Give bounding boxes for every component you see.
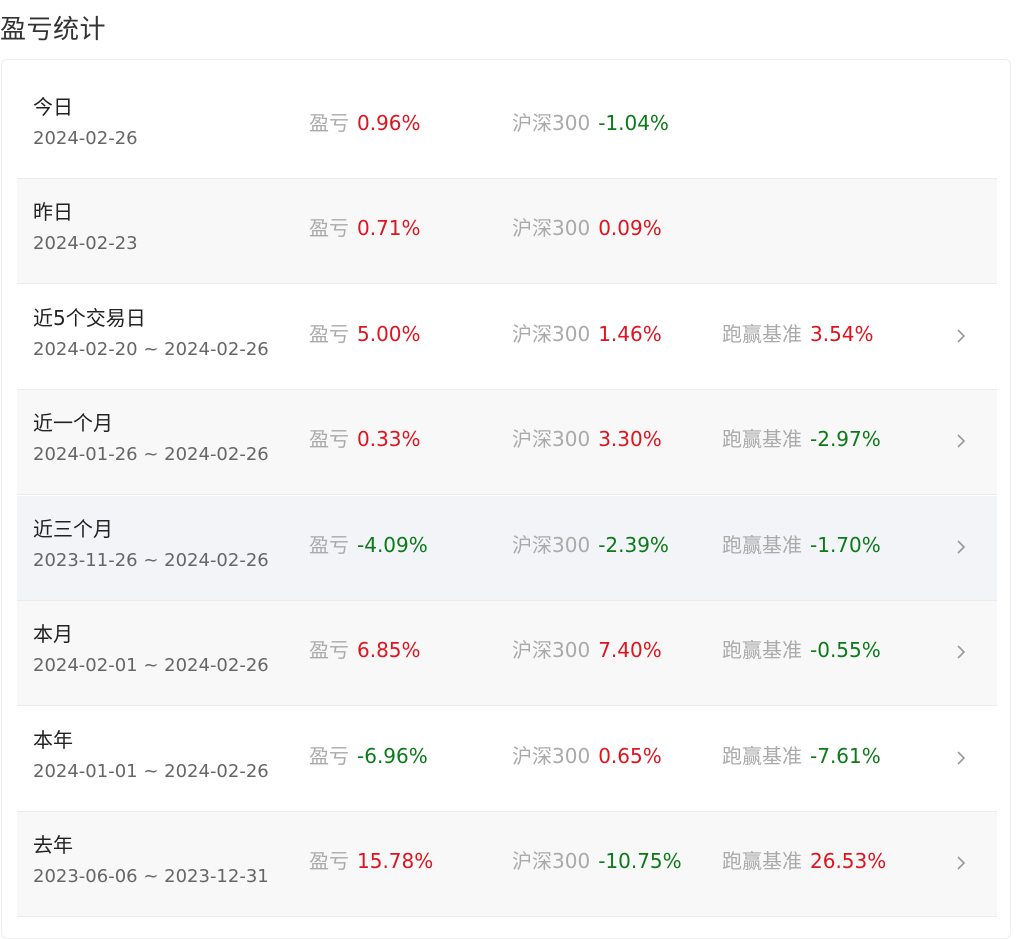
row-date-range: 2024-02-01 ~ 2024-02-26 [33,655,269,676]
pl-value: -6.96% [357,744,428,768]
row-period-name: 本月 [33,622,73,646]
index-label: 沪深300 [512,427,591,451]
pl-metric: 盈亏 -4.09% [309,532,428,558]
index-value: -2.39% [598,533,669,557]
excess-value: -0.55% [810,638,881,662]
excess-metric: 跑赢基准 -7.61% [722,743,881,769]
index-label: 沪深300 [512,849,591,873]
excess-value: 26.53% [810,849,887,873]
excess-label: 跑赢基准 [722,849,802,873]
index-metric: 沪深300 1.46% [512,321,662,347]
pl-metric: 盈亏 15.78% [309,848,433,874]
index-label: 沪深300 [512,744,591,768]
row-date-range: 2024-01-26 ~ 2024-02-26 [33,444,269,465]
pl-value: 5.00% [357,322,421,346]
pl-label: 盈亏 [309,216,349,240]
pl-label: 盈亏 [309,744,349,768]
stats-row-this-month[interactable]: 本月 2024-02-01 ~ 2024-02-26 盈亏 6.85% 沪深300… [17,601,997,706]
index-label: 沪深300 [512,216,591,240]
row-date-range: 2024-02-20 ~ 2024-02-26 [33,339,269,360]
index-value: 7.40% [598,638,662,662]
index-value: -10.75% [598,849,682,873]
pl-value: 0.96% [357,111,421,135]
index-label: 沪深300 [512,322,591,346]
index-value: 0.09% [598,216,662,240]
row-period-name: 近5个交易日 [33,306,146,330]
excess-value: -1.70% [810,533,881,557]
row-period-name: 今日 [33,95,73,119]
index-value: -1.04% [598,111,669,135]
pl-value: 6.85% [357,638,421,662]
pl-label: 盈亏 [309,322,349,346]
index-metric: 沪深300 -10.75% [512,848,682,874]
excess-metric: 跑赢基准 -0.55% [722,637,881,663]
row-period-name: 近一个月 [33,411,113,435]
pl-metric: 盈亏 5.00% [309,321,421,347]
index-value: 1.46% [598,322,662,346]
page-title: 盈亏统计 [0,15,107,45]
stats-row-today: 今日 2024-02-26 盈亏 0.96% 沪深300 -1.04% [17,74,997,179]
stats-row-yesterday: 昨日 2024-02-23 盈亏 0.71% 沪深300 0.09% [17,179,997,284]
index-metric: 沪深300 7.40% [512,637,662,663]
pl-label: 盈亏 [309,427,349,451]
excess-label: 跑赢基准 [722,638,802,662]
row-date-range: 2023-11-26 ~ 2024-02-26 [33,550,269,571]
excess-metric: 跑赢基准 3.54% [722,321,874,347]
pl-label: 盈亏 [309,533,349,557]
stats-row-this-year[interactable]: 本年 2024-01-01 ~ 2024-02-26 盈亏 -6.96% 沪深30… [17,707,997,812]
excess-value: -2.97% [810,427,881,451]
pl-value: 0.33% [357,427,421,451]
pl-value: 15.78% [357,849,434,873]
index-label: 沪深300 [512,638,591,662]
stats-card: 今日 2024-02-26 盈亏 0.96% 沪深300 -1.04% 昨日 202… [1,59,1011,939]
row-date-range: 2024-01-01 ~ 2024-02-26 [33,761,269,782]
excess-value: -7.61% [810,744,881,768]
index-value: 0.65% [598,744,662,768]
chevron-right-icon[interactable] [953,539,969,555]
excess-metric: 跑赢基准 26.53% [722,848,886,874]
pl-label: 盈亏 [309,849,349,873]
index-label: 沪深300 [512,111,591,135]
chevron-right-icon[interactable] [953,644,969,660]
row-period-name: 本年 [33,728,73,752]
pl-value: 0.71% [357,216,421,240]
row-period-name: 去年 [33,833,73,857]
index-label: 沪深300 [512,533,591,557]
row-period-name: 昨日 [33,200,73,224]
row-date-range: 2024-02-23 [33,233,138,254]
stats-row-last-year[interactable]: 去年 2023-06-06 ~ 2023-12-31 盈亏 15.78% 沪深30… [17,812,997,917]
pl-label: 盈亏 [309,638,349,662]
chevron-right-icon[interactable] [953,328,969,344]
pl-metric: 盈亏 6.85% [309,637,421,663]
stats-row-last-month[interactable]: 近一个月 2024-01-26 ~ 2024-02-26 盈亏 0.33% 沪深3… [17,390,997,495]
index-metric: 沪深300 0.09% [512,215,662,241]
pl-label: 盈亏 [309,111,349,135]
index-metric: 沪深300 3.30% [512,426,662,452]
index-value: 3.30% [598,427,662,451]
stats-row-last-5-days[interactable]: 近5个交易日 2024-02-20 ~ 2024-02-26 盈亏 5.00% 沪… [17,285,997,390]
row-period-name: 近三个月 [33,517,113,541]
pl-value: -4.09% [357,533,428,557]
chevron-right-icon[interactable] [953,433,969,449]
excess-label: 跑赢基准 [722,322,802,346]
pl-metric: 盈亏 0.71% [309,215,421,241]
chevron-right-icon[interactable] [953,855,969,871]
row-date-range: 2024-02-26 [33,128,138,149]
pl-metric: 盈亏 -6.96% [309,743,428,769]
pl-metric: 盈亏 0.33% [309,426,421,452]
row-date-range: 2023-06-06 ~ 2023-12-31 [33,866,269,887]
excess-label: 跑赢基准 [722,427,802,451]
index-metric: 沪深300 -1.04% [512,110,669,136]
chevron-right-icon[interactable] [953,750,969,766]
index-metric: 沪深300 -2.39% [512,532,669,558]
excess-metric: 跑赢基准 -1.70% [722,532,881,558]
excess-metric: 跑赢基准 -2.97% [722,426,881,452]
excess-value: 3.54% [810,322,874,346]
excess-label: 跑赢基准 [722,744,802,768]
index-metric: 沪深300 0.65% [512,743,662,769]
excess-label: 跑赢基准 [722,533,802,557]
pl-metric: 盈亏 0.96% [309,110,421,136]
stats-row-last-3-months[interactable]: 近三个月 2023-11-26 ~ 2024-02-26 盈亏 -4.09% 沪深… [17,496,997,601]
